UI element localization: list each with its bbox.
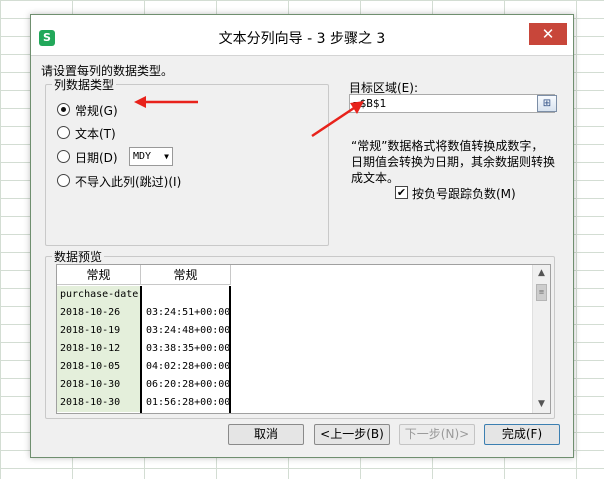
description-line-2: 日期值会转换为日期，其余数据则转换	[351, 155, 556, 169]
preview-cell: 2018-10-30	[57, 376, 141, 394]
date-format-select[interactable]: MDY ▼	[129, 147, 173, 166]
close-button[interactable]: ✕	[529, 23, 567, 45]
preview-cell: 04:02:28+00:00	[146, 361, 231, 372]
preview-cell: 2018-10-26	[57, 304, 141, 322]
column-separator[interactable]	[140, 286, 142, 413]
description-line-3: 成文本。	[351, 171, 400, 185]
radio-date-label[interactable]: 日期(D)	[75, 149, 118, 166]
radio-text[interactable]	[57, 126, 70, 139]
radio-general-label[interactable]: 常规(G)	[75, 102, 118, 119]
scroll-up-icon[interactable]: ▲	[533, 265, 550, 282]
radio-skip-label[interactable]: 不导入此列(跳过)(I)	[75, 173, 181, 190]
track-negative-label[interactable]: 按负号跟踪负数(M)	[412, 185, 516, 202]
preview-cell: 2018-10-30	[57, 394, 141, 412]
next-button[interactable]: 下一步(N)>	[399, 424, 475, 445]
preview-vertical-scrollbar[interactable]: ▲ ≡ ▼	[532, 265, 550, 413]
preview-cell: 2018-10-12	[57, 340, 141, 358]
cancel-button[interactable]: 取消	[228, 424, 304, 445]
annotation-arrow-icon	[134, 96, 198, 108]
column-separator[interactable]	[229, 286, 231, 413]
back-button[interactable]: <上一步(B)	[314, 424, 390, 445]
finish-button[interactable]: 完成(F)	[484, 424, 560, 445]
title-bar: S 文本分列向导 - 3 步骤之 3 ✕	[31, 15, 573, 56]
radio-general[interactable]	[57, 103, 70, 116]
data-preview-table[interactable]: 常规 常规 purchase-date 2018-10-26 03:24:51+…	[56, 264, 551, 414]
range-picker-icon[interactable]: ⊞	[537, 95, 557, 112]
radio-skip[interactable]	[57, 174, 70, 187]
preview-cell: 01:56:28+00:00	[146, 397, 231, 408]
preview-cell: 2018-10-19	[57, 322, 141, 340]
radio-text-label[interactable]: 文本(T)	[75, 125, 116, 142]
preview-cell: 06:20:28+00:00	[146, 379, 231, 390]
date-format-value: MDY	[133, 151, 152, 162]
annotation-arrow-icon	[311, 101, 364, 138]
description-line-1: “常规”数据格式将数值转换成数字，	[351, 139, 544, 153]
scroll-thumb[interactable]: ≡	[536, 284, 547, 301]
column-type-group-label: 列数据类型	[52, 76, 117, 93]
target-area-input[interactable]: =$B$1	[349, 94, 555, 113]
radio-date[interactable]	[57, 150, 70, 163]
preview-cell: 03:24:48+00:00	[146, 325, 231, 336]
preview-column-header[interactable]: 常规	[57, 265, 141, 285]
preview-cell	[143, 286, 231, 304]
preview-column-header[interactable]: 常规	[141, 265, 231, 285]
text-to-columns-dialog: S 文本分列向导 - 3 步骤之 3 ✕ 请设置每列的数据类型。 列数据类型 常…	[30, 14, 574, 458]
data-preview-group-label: 数据预览	[52, 248, 105, 265]
preview-cell: 03:24:51+00:00	[146, 307, 231, 318]
track-negative-checkbox[interactable]: ✔	[395, 186, 408, 199]
scroll-down-icon[interactable]: ▼	[533, 396, 550, 413]
dialog-title: 文本分列向导 - 3 步骤之 3	[218, 31, 386, 47]
preview-cell: purchase-date	[57, 286, 141, 304]
preview-cell: 2018-10-05	[57, 358, 141, 376]
chevron-down-icon: ▼	[164, 152, 169, 161]
preview-cell: 03:38:35+00:00	[146, 343, 231, 354]
